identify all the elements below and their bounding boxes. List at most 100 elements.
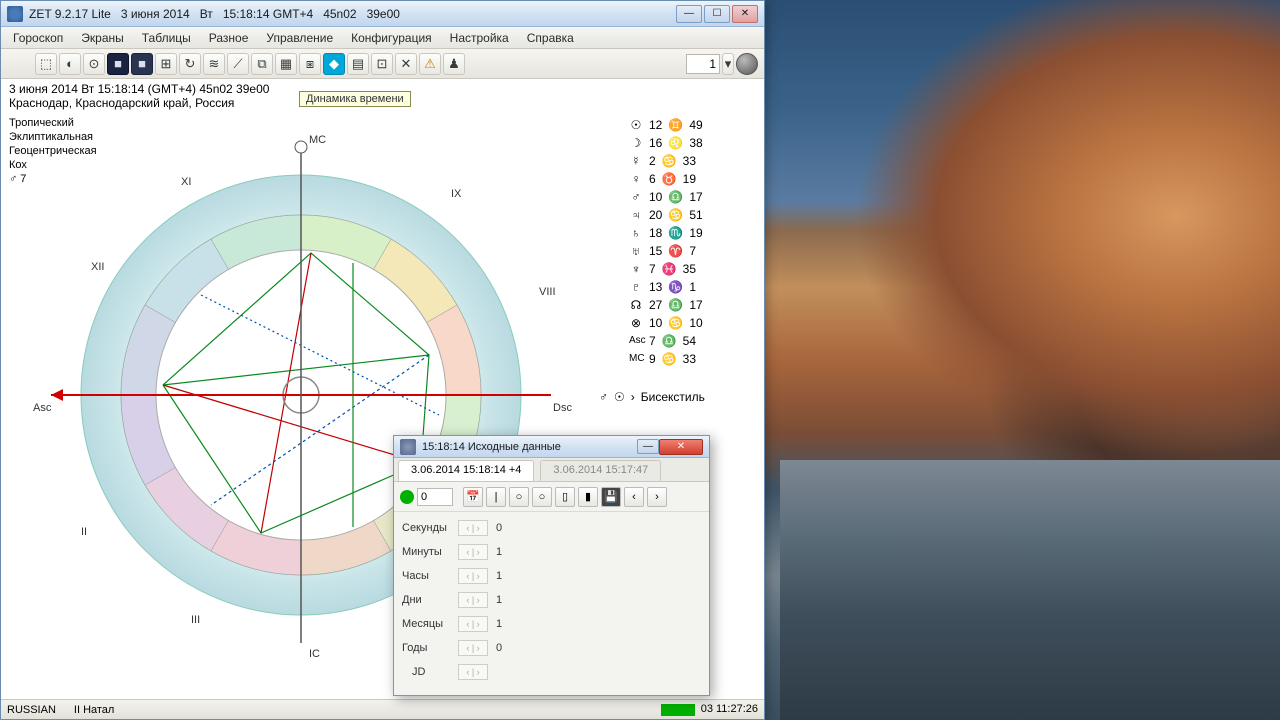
- dialog-minimize-button[interactable]: —: [637, 439, 659, 454]
- close-button[interactable]: ✕: [732, 5, 758, 23]
- menu-control[interactable]: Управление: [258, 29, 341, 47]
- toolbar-btn-5[interactable]: ■: [131, 53, 153, 75]
- toolbar-stepper[interactable]: ▾: [722, 53, 734, 75]
- toolbar-btn-warn[interactable]: ⚠: [419, 53, 441, 75]
- stepper[interactable]: ‹ | ›: [458, 616, 488, 632]
- dialog-btn-calendar[interactable]: 📅: [463, 487, 483, 507]
- dialog-btn-stop[interactable]: ○: [509, 487, 529, 507]
- maximize-button[interactable]: ☐: [704, 5, 730, 23]
- stepper[interactable]: ‹ | ›: [458, 544, 488, 560]
- desktop-wallpaper-water: [780, 460, 1280, 720]
- menu-settings[interactable]: Настройка: [442, 29, 517, 47]
- dialog-btn-save[interactable]: 💾: [601, 487, 621, 507]
- label-ix: IX: [451, 188, 462, 200]
- dialog-btn-rec[interactable]: ○: [532, 487, 552, 507]
- toolbar-btn-7[interactable]: ↻: [179, 53, 201, 75]
- dialog-body: Секунды‹ | ›0 Минуты‹ | ›1 Часы‹ | ›1 Дн…: [394, 512, 709, 688]
- planet-row: ♃20♋51: [629, 206, 703, 224]
- dialog-number-input[interactable]: [417, 488, 453, 506]
- title-lon: 39e00: [367, 7, 400, 21]
- label-iii: III: [191, 614, 200, 626]
- aspect-sym-2: ☉: [614, 390, 625, 404]
- toolbar-btn-11[interactable]: ▦: [275, 53, 297, 75]
- app-name: ZET 9.2.17 Lite: [29, 7, 111, 21]
- stepper[interactable]: ‹ | ›: [458, 520, 488, 536]
- dialog-btn-sep[interactable]: |: [486, 487, 506, 507]
- label-xi: XI: [181, 176, 191, 188]
- dialog-title: 15:18:14 Исходные данные: [422, 441, 561, 453]
- aspect-name: Бисекстиль: [641, 390, 705, 404]
- play-indicator-icon[interactable]: [400, 490, 414, 504]
- menu-tables[interactable]: Таблицы: [134, 29, 199, 47]
- planet-row: ☽16♌38: [629, 134, 703, 152]
- label-ic: IC: [309, 648, 320, 660]
- dialog-btn-prev[interactable]: ‹: [624, 487, 644, 507]
- dialog-btn-col1[interactable]: ▯: [555, 487, 575, 507]
- planet-row: ♂10♎17: [629, 188, 703, 206]
- toolbar-btn-2[interactable]: ◐: [59, 53, 81, 75]
- menu-screens[interactable]: Экраны: [73, 29, 131, 47]
- dialog-row-seconds: Секунды‹ | ›0: [402, 516, 701, 540]
- menubar: Гороскоп Экраны Таблицы Разное Управлени…: [1, 27, 764, 49]
- dialog-titlebar[interactable]: 15:18:14 Исходные данные — ✕: [394, 436, 709, 458]
- toolbar-btn-15[interactable]: ⊡: [371, 53, 393, 75]
- statusbar: RUSSIAN II Натал 03 11:27:26: [1, 699, 764, 719]
- planet-row: ⊗10♋10: [629, 314, 703, 332]
- minimize-button[interactable]: —: [676, 5, 702, 23]
- dialog-row-years: Годы‹ | ›0: [402, 636, 701, 660]
- dialog-btn-col2[interactable]: ▮: [578, 487, 598, 507]
- status-indicator-green: [661, 704, 695, 716]
- toolbar-btn-13[interactable]: ◆: [323, 53, 345, 75]
- aspect-sym-1: ♂: [599, 390, 608, 404]
- dialog-close-button[interactable]: ✕: [659, 439, 703, 455]
- dialog-row-months: Месяцы‹ | ›1: [402, 612, 701, 636]
- toolbar-btn-6[interactable]: ⊞: [155, 53, 177, 75]
- toolbar-btn-3[interactable]: ⊙: [83, 53, 105, 75]
- toolbar-btn-14[interactable]: ▤: [347, 53, 369, 75]
- label-mc: MC: [309, 134, 326, 146]
- toolbar-btn-12[interactable]: ⧆: [299, 53, 321, 75]
- dialog-tab-inactive[interactable]: 3.06.2014 15:17:47: [540, 460, 661, 481]
- dialog-btn-next[interactable]: ›: [647, 487, 667, 507]
- planet-row: ☊27♎17: [629, 296, 703, 314]
- planet-row: ♄18♏19: [629, 224, 703, 242]
- label-xii: XII: [91, 261, 104, 273]
- planet-row: MC9♋33: [629, 350, 703, 368]
- planet-row: ♀6♉19: [629, 170, 703, 188]
- title-date: 3 июня 2014: [121, 7, 190, 21]
- toolbar-btn-1[interactable]: ⬚: [35, 53, 57, 75]
- source-data-dialog[interactable]: 15:18:14 Исходные данные — ✕ 3.06.2014 1…: [393, 435, 710, 696]
- status-time: 03 11:27:26: [701, 703, 758, 715]
- dialog-tabs: 3.06.2014 15:18:14 +4 3.06.2014 15:17:47: [394, 458, 709, 482]
- stepper[interactable]: ‹ | ›: [458, 664, 488, 680]
- planet-row: ♅15♈7: [629, 242, 703, 260]
- dialog-row-days: Дни‹ | ›1: [402, 588, 701, 612]
- toolbar-btn-16[interactable]: ✕: [395, 53, 417, 75]
- titlebar[interactable]: ZET 9.2.17 Lite 3 июня 2014 Вт 15:18:14 …: [1, 1, 764, 27]
- title-dow: Вт: [200, 7, 213, 21]
- toolbar-btn-10[interactable]: ⧉: [251, 53, 273, 75]
- planet-row: ☉12♊49: [629, 116, 703, 134]
- toolbar-btn-18[interactable]: ♟: [443, 53, 465, 75]
- label-dsc: Dsc: [553, 402, 572, 414]
- menu-help[interactable]: Справка: [519, 29, 582, 47]
- menu-horoscope[interactable]: Гороскоп: [5, 29, 71, 47]
- toolbar-btn-4[interactable]: ■: [107, 53, 129, 75]
- dialog-row-jd: JD‹ | ›: [402, 660, 701, 684]
- menu-misc[interactable]: Разное: [201, 29, 257, 47]
- toolbar-round-button[interactable]: [736, 53, 758, 75]
- dialog-row-hours: Часы‹ | ›1: [402, 564, 701, 588]
- dialog-tab-active[interactable]: 3.06.2014 15:18:14 +4: [398, 460, 534, 481]
- toolbar-btn-8[interactable]: ≋: [203, 53, 225, 75]
- planet-positions-table: ☉12♊49 ☽16♌38 ☿2♋33 ♀6♉19 ♂10♎17 ♃20♋51 …: [629, 116, 703, 368]
- menu-config[interactable]: Конфигурация: [343, 29, 440, 47]
- dialog-toolbar: 📅 | ○ ○ ▯ ▮ 💾 ‹ ›: [394, 482, 709, 512]
- stepper[interactable]: ‹ | ›: [458, 640, 488, 656]
- title-time: 15:18:14 GMT+4: [223, 7, 313, 21]
- stepper[interactable]: ‹ | ›: [458, 568, 488, 584]
- toolbar-number-input[interactable]: [686, 54, 720, 74]
- title-lat: 45n02: [323, 7, 356, 21]
- stepper[interactable]: ‹ | ›: [458, 592, 488, 608]
- dialog-row-minutes: Минуты‹ | ›1: [402, 540, 701, 564]
- toolbar-btn-9[interactable]: ⟋: [227, 53, 249, 75]
